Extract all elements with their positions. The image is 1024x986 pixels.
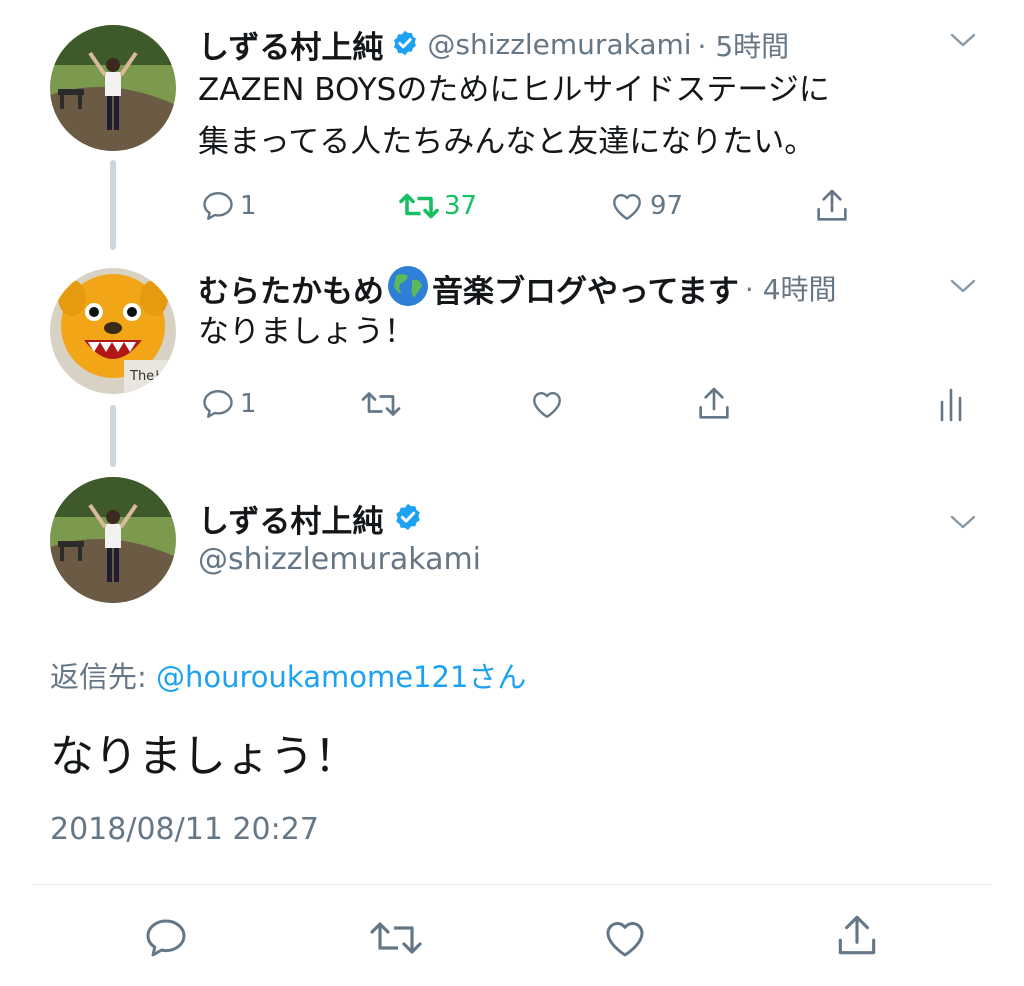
- like-button[interactable]: [600, 914, 650, 962]
- avatar-houroukamome121[interactable]: Theピ: [50, 268, 176, 394]
- share-button[interactable]: [694, 384, 734, 424]
- reply-icon: [200, 188, 236, 224]
- tweet1-text-line1: ZAZEN BOYSのためにヒルサイドステージに: [198, 72, 830, 108]
- like-icon: [528, 386, 566, 422]
- share-button[interactable]: [832, 910, 882, 962]
- tweet-time[interactable]: · 5時間: [698, 25, 790, 65]
- tweet-timestamp[interactable]: 2018/08/11 20:27: [50, 812, 319, 847]
- retweet-button[interactable]: [360, 386, 402, 422]
- retweet-button[interactable]: 37: [398, 188, 477, 224]
- tweet2-header: むらたかもめ 音楽ブログやってます · 4時間: [198, 264, 837, 312]
- like-button[interactable]: 97: [608, 188, 683, 224]
- avatar-shizzlemurakami[interactable]: [50, 25, 176, 151]
- author-name-part2[interactable]: 音楽ブログやってます: [432, 266, 739, 311]
- retweet-icon: [368, 914, 424, 962]
- reply-to-label: 返信先:: [50, 660, 147, 694]
- author-handle[interactable]: @shizzlemurakami: [427, 28, 691, 61]
- share-icon: [832, 910, 882, 962]
- like-button[interactable]: [528, 386, 566, 422]
- main-tweet-header: しずる村上純: [198, 496, 423, 541]
- tweet1-header: しずる村上純 @shizzlemurakami · 5時間: [198, 22, 789, 67]
- share-icon: [812, 186, 852, 226]
- reply-count: 1: [240, 191, 257, 221]
- globe-emoji-icon: [386, 264, 430, 312]
- tweet1-text: ZAZEN BOYSのためにヒルサイドステージに 集まってる人たちみんなと友達に…: [198, 64, 830, 168]
- reply-to-user-link[interactable]: @houroukamome121さん: [156, 660, 526, 694]
- verified-badge-icon: [391, 29, 419, 61]
- verified-badge-icon: [393, 502, 423, 536]
- analytics-icon[interactable]: [936, 386, 966, 422]
- avatar-caption: Theピ: [129, 369, 167, 384]
- divider: [32, 884, 992, 885]
- like-icon: [600, 914, 650, 962]
- reply-icon: [200, 386, 236, 422]
- author-handle[interactable]: @shizzlemurakami: [198, 542, 481, 577]
- chevron-down-icon[interactable]: [948, 512, 978, 536]
- retweet-icon: [360, 386, 402, 422]
- like-icon: [608, 188, 646, 224]
- reply-button[interactable]: [142, 914, 190, 962]
- retweet-icon: [398, 188, 440, 224]
- thread-connector-2: [110, 405, 116, 467]
- author-name-part1[interactable]: むらたかもめ: [198, 266, 384, 311]
- reply-button[interactable]: 1: [200, 188, 257, 224]
- reply-icon: [142, 914, 190, 962]
- retweet-button[interactable]: [368, 914, 424, 962]
- author-name[interactable]: しずる村上純: [198, 496, 383, 541]
- retweet-count: 37: [444, 191, 478, 221]
- tweet1-text-line2: 集まってる人たちみんなと友達になりたい。: [198, 124, 816, 160]
- share-icon: [694, 384, 734, 424]
- chevron-down-icon[interactable]: [948, 276, 978, 300]
- like-count: 97: [650, 191, 684, 221]
- chevron-down-icon[interactable]: [948, 30, 978, 54]
- avatar-shizzlemurakami[interactable]: [50, 477, 176, 603]
- reply-count: 1: [240, 389, 257, 419]
- share-button[interactable]: [812, 186, 852, 226]
- reply-to-line: 返信先: @houroukamome121さん: [50, 654, 526, 696]
- tweet2-text: なりましょう！: [198, 314, 415, 350]
- main-tweet-text: なりましょう！: [50, 731, 358, 782]
- author-name[interactable]: しずる村上純: [198, 22, 383, 67]
- tweet-time[interactable]: · 4時間: [745, 268, 837, 308]
- reply-button[interactable]: 1: [200, 386, 257, 422]
- thread-connector: [110, 160, 116, 250]
